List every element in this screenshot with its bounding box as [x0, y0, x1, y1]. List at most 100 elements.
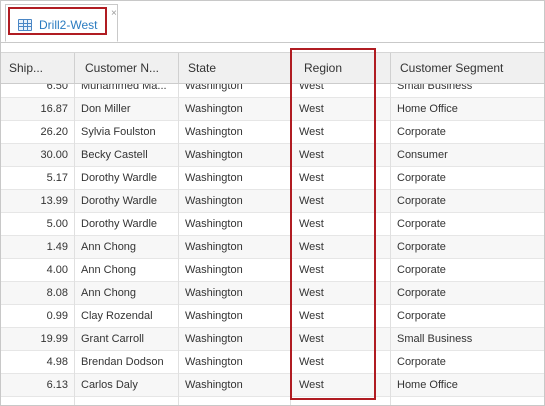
cell-customer-name: Ann Chong [81, 241, 137, 253]
column-divider[interactable] [178, 53, 179, 83]
cell-customer-segment: Small Business [397, 84, 473, 92]
cell-region: West [299, 149, 324, 161]
cell-ship-cost: 1.49 [46, 241, 68, 253]
cell-customer-segment: Corporate [397, 195, 446, 207]
tab-label: Drill2-West [39, 18, 98, 32]
cell-region: West [299, 356, 324, 368]
cell-state: Washington [185, 84, 243, 92]
cell-customer-name: Brendan Dodson [81, 356, 164, 368]
table-row[interactable]: 6.50 Muhammed Ma... Washington West Small Bu… [1, 84, 544, 98]
cell-customer-segment: Corporate [397, 172, 446, 184]
table-row[interactable]: 4.98 Brendan Dodson Washington West Corporat… [1, 351, 544, 374]
cell-customer-segment: Corporate [397, 218, 446, 230]
cell-customer-name: Ann Chong [81, 264, 137, 276]
table-row[interactable]: 13.99 Dorothy Wardle Washington West Corpora… [1, 190, 544, 213]
column-header-state[interactable]: State [180, 53, 290, 83]
cell-state: Washington [185, 310, 243, 322]
cell-ship-cost: 5.17 [46, 172, 68, 184]
tab-strip: Drill2-West × [1, 1, 544, 43]
column-divider[interactable] [290, 53, 291, 83]
cell-region: West [299, 264, 324, 276]
cell-customer-name: Don Miller [81, 103, 131, 115]
cell-state: Washington [185, 241, 243, 253]
column-divider [74, 84, 75, 405]
cell-state: Washington [185, 287, 243, 299]
cell-state: Washington [185, 264, 243, 276]
column-divider [390, 84, 391, 405]
cell-ship-cost: 0.99 [46, 310, 68, 322]
grid-body: 6.13 Carlos Daly Washington West Home Office… [1, 84, 544, 405]
cell-customer-name: Dorothy Wardle [81, 172, 158, 184]
cell-customer-segment: Corporate [397, 126, 446, 138]
cell-ship-cost: 8.08 [46, 287, 68, 299]
cell-region: West [299, 84, 324, 92]
table-row[interactable]: 6.13 Carlos Daly Washington West Home Office [1, 374, 544, 397]
column-header-customer-segment[interactable]: Customer Segment [392, 53, 544, 83]
column-header-ship[interactable]: Ship... [1, 53, 74, 83]
cell-customer-name: Grant Carroll [81, 333, 144, 345]
column-header-region[interactable]: Region [294, 53, 389, 83]
cell-customer-segment: Corporate [397, 356, 446, 368]
cell-region: West [299, 379, 324, 391]
cell-customer-segment: Small Business [397, 333, 473, 345]
cell-ship-cost: 19.99 [40, 333, 68, 345]
table-row[interactable]: 4.00 Ann Chong Washington West Corporate [1, 259, 544, 282]
table-row[interactable]: 1.49 Ann Chong Washington West Corporate [1, 236, 544, 259]
table-row[interactable]: 5.17 Dorothy Wardle Washington West Corporat… [1, 167, 544, 190]
cell-region: West [299, 333, 324, 345]
cell-customer-segment: Consumer [397, 149, 448, 161]
cell-ship-cost: 13.99 [40, 195, 68, 207]
cell-state: Washington [185, 356, 243, 368]
table-row[interactable]: 5.00 Dorothy Wardle Washington West Corporat… [1, 213, 544, 236]
column-divider[interactable] [390, 53, 391, 83]
cell-state: Washington [185, 218, 243, 230]
cell-customer-name: Sylvia Foulston [81, 126, 156, 138]
cell-customer-segment: Home Office [397, 379, 458, 391]
tab-drill2-west[interactable]: Drill2-West × [5, 4, 118, 42]
table-row[interactable]: 30.00 Becky Castell Washington West Consumer [1, 144, 544, 167]
cell-customer-segment: Corporate [397, 310, 446, 322]
cell-customer-name: Carlos Daly [81, 379, 138, 391]
cell-region: West [299, 103, 324, 115]
cell-ship-cost: 30.00 [40, 149, 68, 161]
data-grid: Ship... Customer N... State Region Custo… [1, 52, 544, 405]
cell-ship-cost: 6.50 [46, 84, 68, 92]
table-row[interactable]: 26.20 Sylvia Foulston Washington West Corpor… [1, 121, 544, 144]
cell-region: West [299, 195, 324, 207]
cell-state: Washington [185, 103, 243, 115]
column-divider[interactable] [74, 53, 75, 83]
cell-state: Washington [185, 149, 243, 161]
cell-customer-segment: Corporate [397, 287, 446, 299]
close-icon[interactable]: × [111, 9, 117, 19]
cell-ship-cost: 26.20 [40, 126, 68, 138]
cell-customer-segment: Corporate [397, 264, 446, 276]
cell-customer-name: Clay Rozendal [81, 310, 153, 322]
cell-ship-cost: 4.98 [46, 356, 68, 368]
cell-region: West [299, 218, 324, 230]
column-divider [290, 84, 291, 405]
cell-customer-name: Becky Castell [81, 149, 148, 161]
table-row[interactable]: 8.08 Ann Chong Washington West Corporate [1, 282, 544, 305]
grid-header: Ship... Customer N... State Region Custo… [1, 53, 544, 84]
cell-ship-cost: 16.87 [40, 103, 68, 115]
cell-customer-name: Dorothy Wardle [81, 195, 158, 207]
table-row[interactable]: 19.99 Grant Carroll Washington West Small Bu… [1, 328, 544, 351]
cell-state: Washington [185, 379, 243, 391]
cell-region: West [299, 126, 324, 138]
cell-customer-segment: Home Office [397, 103, 458, 115]
cell-region: West [299, 310, 324, 322]
cell-ship-cost: 5.00 [46, 218, 68, 230]
cell-state: Washington [185, 195, 243, 207]
cell-customer-name: Dorothy Wardle [81, 218, 158, 230]
table-row[interactable]: 0.99 Clay Rozendal Washington West Corporate [1, 305, 544, 328]
table-row[interactable]: 16.87 Don Miller Washington West Home Office [1, 98, 544, 121]
column-divider [178, 84, 179, 405]
report-window: Drill2-West × Ship... Customer N... Stat… [0, 0, 545, 406]
cell-customer-segment: Corporate [397, 241, 446, 253]
cell-state: Washington [185, 172, 243, 184]
cell-ship-cost: 4.00 [46, 264, 68, 276]
cell-customer-name: Ann Chong [81, 287, 137, 299]
cell-customer-name: Muhammed Ma... [81, 84, 167, 92]
cell-region: West [299, 287, 324, 299]
column-header-customer-name[interactable]: Customer N... [77, 53, 177, 83]
